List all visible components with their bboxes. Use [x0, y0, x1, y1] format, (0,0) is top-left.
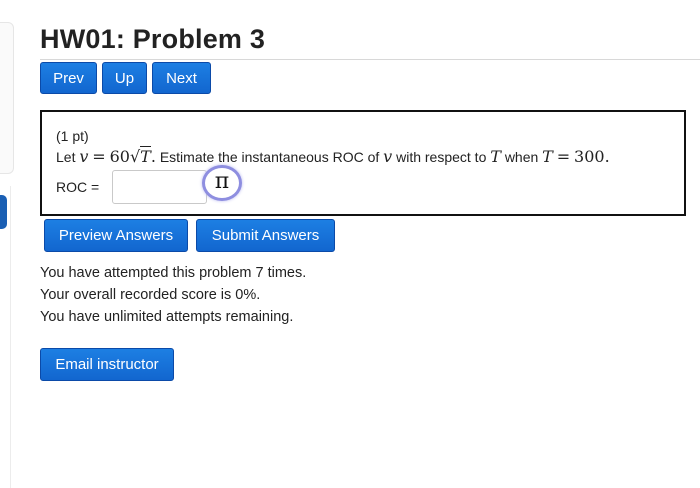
equation-editor-button[interactable]: π: [202, 165, 242, 201]
math-var-T-3: T: [542, 147, 553, 166]
let-word: Let: [56, 149, 76, 165]
score-status: Your overall recorded score is 0%.: [40, 287, 261, 303]
math-var-T-radicand: T: [140, 146, 151, 166]
math-coefficient: 60: [109, 147, 130, 166]
remaining-status: You have unlimited attempts remaining.: [40, 309, 294, 325]
problem-statement: Let v = 60√T. Estimate the instantaneous…: [56, 146, 610, 166]
side-divider: [10, 186, 11, 488]
email-instructor-button[interactable]: Email instructor: [40, 348, 174, 381]
up-button[interactable]: Up: [102, 62, 147, 94]
math-var-v-2: v: [383, 147, 393, 166]
estimate-text: Estimate the instantaneous ROC of: [159, 149, 380, 165]
when-word: when: [504, 149, 539, 165]
pi-icon: π: [214, 169, 230, 194]
math-period: .: [150, 147, 156, 166]
problem-box: (1 pt) Let v = 60√T. Estimate the instan…: [40, 110, 686, 216]
side-panel-edge: [0, 22, 14, 174]
attempts-status: You have attempted this problem 7 times.: [40, 265, 307, 281]
roc-answer-input[interactable]: [112, 170, 207, 204]
math-equals: =: [92, 147, 106, 166]
math-value-300: 300.: [574, 147, 610, 166]
next-button[interactable]: Next: [152, 62, 211, 94]
roc-label: ROC =: [56, 179, 100, 195]
submit-answers-button[interactable]: Submit Answers: [196, 219, 335, 252]
math-var-v: v: [79, 147, 89, 166]
title-divider: [40, 59, 700, 60]
math-var-T-2: T: [490, 147, 501, 166]
sqrt-symbol: √: [129, 147, 141, 166]
math-equals-2: =: [556, 147, 571, 166]
side-tab-edge[interactable]: [0, 195, 7, 229]
preview-answers-button[interactable]: Preview Answers: [44, 219, 188, 252]
prev-button[interactable]: Prev: [40, 62, 97, 94]
problem-points: (1 pt): [56, 128, 89, 144]
page-title: HW01: Problem 3: [40, 24, 266, 54]
respect-text: with respect to: [396, 149, 487, 165]
